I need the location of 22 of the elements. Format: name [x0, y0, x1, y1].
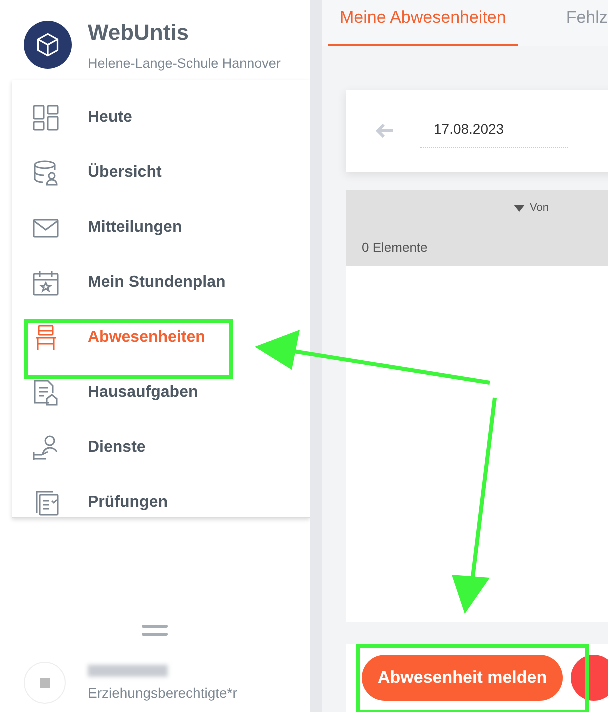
- item-count: 0 Elemente: [362, 240, 428, 255]
- dashboard-icon: [32, 104, 60, 132]
- nav-item[interactable]: Mein Stundenplan: [12, 255, 310, 310]
- user-role: Erziehungsberechtigte*r: [88, 685, 238, 701]
- nav-item[interactable]: Mitteilungen: [12, 200, 310, 255]
- database-user-icon: [32, 158, 60, 186]
- nav-item[interactable]: Heute: [12, 90, 310, 145]
- avatar-icon: [24, 662, 66, 704]
- drag-handle-icon[interactable]: [142, 623, 168, 638]
- calendar-star-icon: [32, 268, 60, 296]
- date-field[interactable]: 17.08.2023: [420, 114, 568, 148]
- person-hand-icon: [32, 434, 60, 462]
- nav-item[interactable]: Übersicht: [12, 145, 310, 200]
- school-name: Helene-Lange-Schule Hannover: [88, 56, 281, 70]
- cube-logo-icon: [24, 21, 72, 69]
- sort-caret-icon[interactable]: [514, 204, 525, 212]
- nav-item[interactable]: Prüfungen: [12, 475, 310, 517]
- document-house-icon: [32, 378, 60, 406]
- nav-item[interactable]: Dienste: [12, 420, 310, 475]
- column-header[interactable]: Von: [530, 202, 549, 214]
- nav-item[interactable]: Hausaufgaben: [12, 365, 310, 420]
- app-title: WebUntis: [88, 20, 190, 46]
